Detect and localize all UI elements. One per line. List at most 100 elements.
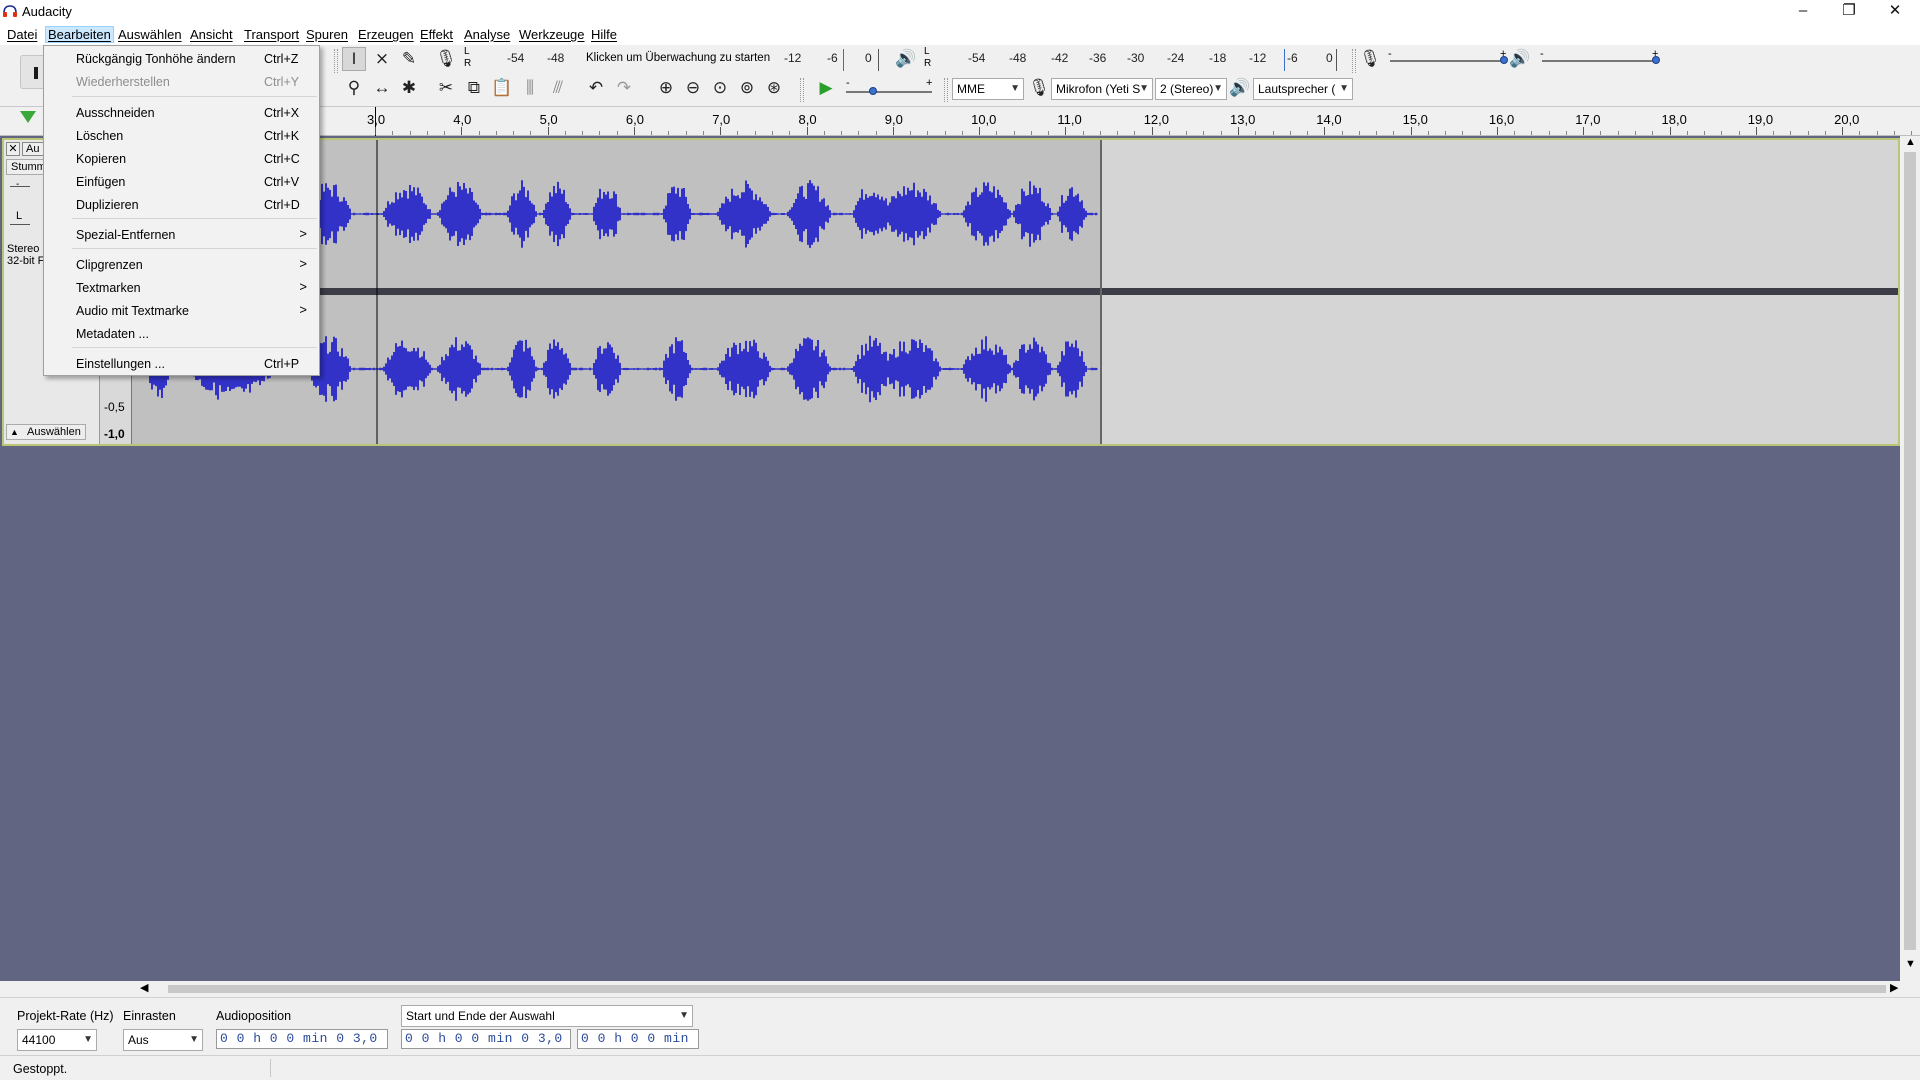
- track-close-button[interactable]: ✕: [6, 142, 20, 156]
- zoom-toggle-button[interactable]: ⊛: [762, 76, 786, 100]
- ruler-tick: [1755, 127, 1757, 135]
- edit-menu-item[interactable]: Spezial-Entfernen >: [44, 224, 319, 246]
- scroll-down-icon[interactable]: ▼: [1905, 958, 1916, 970]
- selection-tool-button[interactable]: I: [342, 47, 366, 71]
- menu-item-label: Metadaten ...: [76, 327, 149, 341]
- edit-menu-item[interactable]: Audio mit Textmarke >: [44, 300, 319, 322]
- recording-volume-slider[interactable]: [1390, 60, 1506, 62]
- redo-button[interactable]: ↷: [612, 76, 636, 100]
- menu-datei[interactable]: Datei: [7, 27, 37, 42]
- copy-icon: ⧉: [467, 78, 481, 97]
- play-speed-slider[interactable]: [846, 91, 932, 93]
- edit-menu-item[interactable]: Duplizieren Ctrl+D: [44, 194, 319, 216]
- zoom-in-button[interactable]: ⊕: [654, 76, 678, 100]
- zoom-out-button[interactable]: ⊖: [681, 76, 705, 100]
- edit-menu-item[interactable]: Löschen Ctrl+K: [44, 125, 319, 147]
- menu-auswaehlen[interactable]: Auswählen: [118, 27, 182, 42]
- multi-tool-button[interactable]: ✱: [397, 76, 421, 100]
- close-button[interactable]: ✕: [1872, 0, 1918, 24]
- menu-analyse[interactable]: Analyse: [464, 27, 510, 42]
- zoom-tool-button[interactable]: ⚲: [342, 76, 366, 100]
- ruler-minor-tick: [1773, 131, 1775, 135]
- selection-end-field[interactable]: 0 0 h 0 0 min 0 3,0 3: [577, 1029, 699, 1049]
- undo-button[interactable]: ↶: [584, 76, 608, 100]
- pin-head-icon[interactable]: [20, 111, 36, 123]
- envelope-tool-button[interactable]: ⨯: [370, 47, 394, 71]
- ruler-tick-label: 3,0: [367, 112, 386, 127]
- track-select-button[interactable]: ▲ Auswählen: [6, 424, 86, 440]
- edit-menu-item[interactable]: Clipgrenzen >: [44, 254, 319, 276]
- draw-tool-button[interactable]: ✎: [397, 47, 421, 71]
- maximize-button[interactable]: ❐: [1826, 0, 1872, 24]
- trim-button[interactable]: ⫼: [518, 76, 542, 100]
- speaker-icon: 🔊: [1509, 49, 1531, 68]
- menu-erzeugen[interactable]: Erzeugen: [358, 27, 414, 42]
- snap-select[interactable]: Aus ▼: [123, 1029, 203, 1051]
- minimize-button[interactable]: –: [1780, 0, 1826, 24]
- output-device-select[interactable]: Lautsprecher (▼: [1253, 78, 1353, 100]
- play-meter[interactable]: -54 -48 -42 -36 -30 -24 -18 -12 -6 0: [934, 51, 1344, 69]
- menu-transport[interactable]: Transport: [244, 27, 299, 42]
- waveform-view[interactable]: [132, 140, 1898, 444]
- vertical-scroll-thumb[interactable]: [1904, 152, 1916, 950]
- ruler-minor-tick: [444, 131, 446, 135]
- chevron-down-icon: ▼: [83, 1034, 93, 1045]
- horizontal-scrollbar[interactable]: ◀ ▶: [0, 981, 1920, 997]
- input-channels-select[interactable]: 2 (Stereo) ▼: [1155, 78, 1227, 100]
- menu-ansicht[interactable]: Ansicht: [190, 27, 233, 42]
- time-shift-tool-button[interactable]: ↔: [370, 76, 394, 100]
- horizontal-scroll-thumb[interactable]: [168, 985, 1886, 993]
- edit-menu-item[interactable]: Wiederherstellen Ctrl+Y: [44, 71, 319, 93]
- menu-hilfe[interactable]: Hilfe: [591, 27, 617, 42]
- selection-mode-select[interactable]: Start und Ende der Auswahl ▼: [401, 1005, 693, 1027]
- device-toolbar-grip[interactable]: [944, 78, 948, 102]
- ruler-minor-tick: [530, 131, 532, 135]
- gain-slider[interactable]: [10, 186, 30, 187]
- menu-effekt[interactable]: Effekt: [420, 27, 453, 42]
- playback-volume-thumb[interactable]: [1652, 56, 1660, 64]
- edit-menu-item[interactable]: Einstellungen ... Ctrl+P: [44, 353, 319, 375]
- project-rate-select[interactable]: 44100 ▼: [17, 1029, 97, 1051]
- ruler-tick-label: 7,0: [712, 112, 731, 127]
- edit-menu-item[interactable]: Einfügen Ctrl+V: [44, 171, 319, 193]
- play-speed-minus: -: [846, 77, 850, 89]
- record-meter-button[interactable]: 🎙: [434, 47, 458, 71]
- menu-spuren[interactable]: Spuren: [306, 27, 348, 42]
- fit-project-button[interactable]: ⊚: [735, 76, 759, 100]
- tools-toolbar-grip[interactable]: [334, 49, 338, 73]
- playback-volume-slider[interactable]: [1542, 60, 1658, 62]
- input-device-select[interactable]: Mikrofon (Yeti S ▼: [1051, 78, 1153, 100]
- play-meter-button[interactable]: 🔊: [894, 47, 918, 71]
- play-meter-tick: -36: [1089, 51, 1107, 65]
- edit-menu-item[interactable]: Metadaten ...: [44, 323, 319, 345]
- vertical-scrollbar[interactable]: ▲ ▼: [1900, 136, 1920, 981]
- play-speed-thumb[interactable]: [869, 87, 877, 95]
- scroll-left-icon[interactable]: ◀: [140, 981, 148, 994]
- scroll-up-icon[interactable]: ▲: [1905, 136, 1916, 148]
- selection-start-field[interactable]: 0 0 h 0 0 min 0 3,0 3 3 sec: [401, 1029, 571, 1049]
- edit-menu-item[interactable]: Textmarken >: [44, 277, 319, 299]
- recording-volume-thumb[interactable]: [1500, 56, 1508, 64]
- pan-slider[interactable]: [10, 224, 30, 225]
- paste-button[interactable]: 📋: [490, 76, 514, 100]
- menu-bearbeiten[interactable]: Bearbeiten: [45, 26, 114, 43]
- edit-menu-item[interactable]: Rückgängig Tonhöhe ändern Ctrl+Z: [44, 48, 319, 70]
- audio-host-select[interactable]: MME ▼: [952, 78, 1024, 100]
- record-meter[interactable]: -54 -48 Klicken um Überwachung zu starte…: [472, 51, 882, 69]
- menu-item-shortcut: Ctrl+X: [264, 106, 300, 120]
- ruler-minor-tick: [1617, 131, 1619, 135]
- edit-menu-item[interactable]: Ausschneiden Ctrl+X: [44, 102, 319, 124]
- audio-position-field[interactable]: 0 0 h 0 0 min 0 3,0 3 3 sec: [216, 1029, 388, 1049]
- menu-item-label: Duplizieren: [76, 198, 139, 212]
- mixer-toolbar-grip[interactable]: [1352, 49, 1356, 73]
- copy-button[interactable]: ⧉: [462, 76, 486, 100]
- play-at-speed-grip[interactable]: [800, 78, 804, 102]
- silence-button[interactable]: ⫻: [546, 76, 570, 100]
- play-at-speed-button[interactable]: ▶: [814, 76, 838, 100]
- play-meter-left-label: L: [924, 46, 930, 57]
- edit-menu-item[interactable]: Kopieren Ctrl+C: [44, 148, 319, 170]
- scroll-right-icon[interactable]: ▶: [1890, 981, 1898, 994]
- fit-selection-button[interactable]: ⊙: [708, 76, 732, 100]
- cut-button[interactable]: ✂: [434, 76, 458, 100]
- menu-werkzeuge[interactable]: Werkzeuge: [519, 27, 585, 42]
